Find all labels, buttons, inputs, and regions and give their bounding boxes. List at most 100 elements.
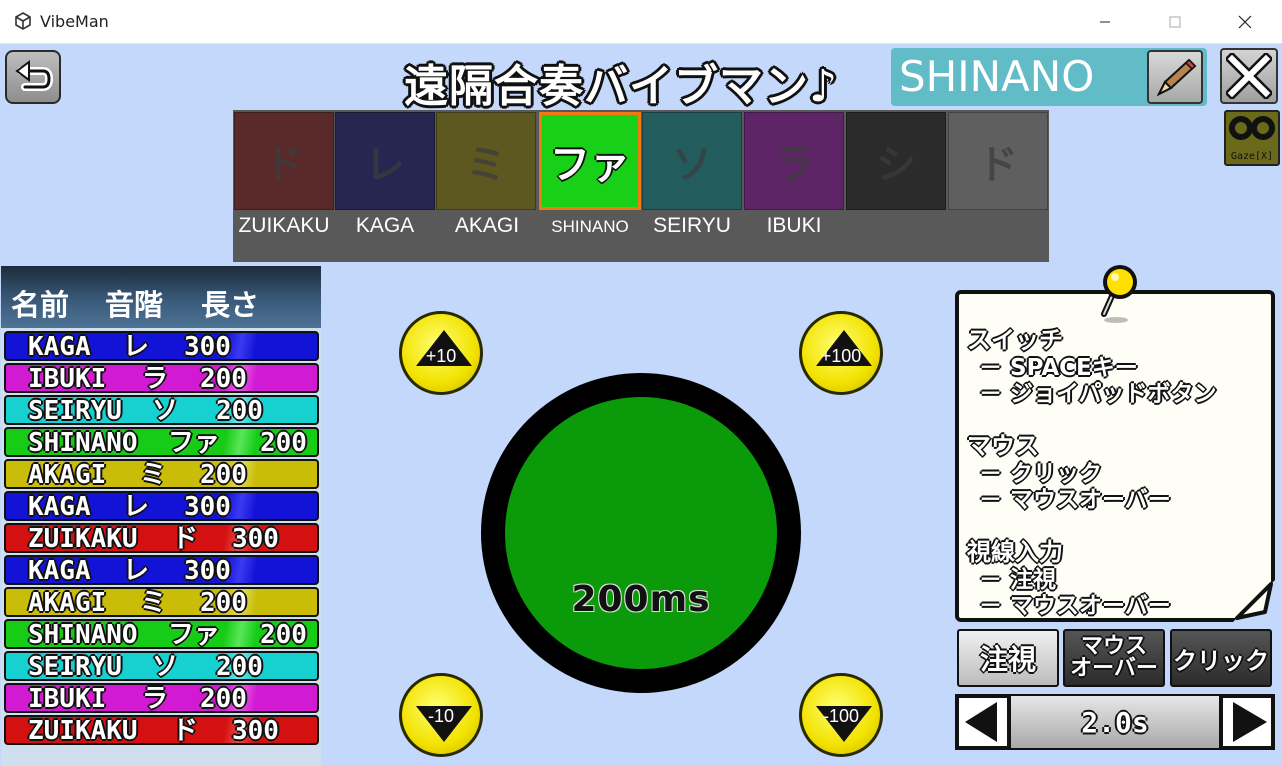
list-item[interactable]: IBUKI ラ 200 [4, 363, 319, 393]
minimize-button[interactable] [1082, 0, 1128, 44]
list-item[interactable]: ZUIKAKU ド 300 [4, 715, 319, 745]
note-tile-ra[interactable]: ラ [744, 112, 844, 210]
gaze-toggle-button[interactable]: Gaze[X] [1224, 110, 1280, 166]
note-tile-fa[interactable]: ファ [539, 112, 641, 210]
list-item[interactable]: SHINANO ファ 200 [4, 427, 319, 457]
row-length: 300 [232, 524, 279, 553]
mode-mouseover-line1: マウス [1080, 634, 1147, 659]
close-x-icon [1226, 53, 1272, 99]
minimize-icon [1100, 21, 1110, 23]
row-length: 300 [184, 492, 231, 521]
minus-100-label: -100 [822, 706, 860, 726]
row-length: 200 [260, 620, 307, 649]
row-note: ド [172, 716, 199, 745]
undo-arrow-icon [15, 60, 53, 91]
note-member-shinano: SHINANO [551, 217, 629, 236]
row-length: 200 [200, 364, 247, 393]
row-name: IBUKI [28, 364, 107, 393]
pencil-icon [1156, 58, 1197, 97]
row-note: レ [123, 492, 150, 521]
note-tile-re[interactable]: レ [335, 112, 435, 210]
header-length: 長さ [201, 288, 260, 322]
note-tile-mi[interactable]: ミ [436, 112, 536, 210]
row-name: SHINANO [28, 620, 138, 649]
unity-icon [15, 12, 31, 30]
app-title: 遠隔合奏バイブマン♪ [404, 61, 839, 112]
row-note: ソ [152, 396, 179, 425]
header-name: 名前 [11, 288, 70, 322]
header-note: 音階 [105, 288, 164, 322]
list-item[interactable]: KAGA レ 300 [4, 331, 319, 361]
plus-100-label: +100 [820, 346, 862, 366]
triangle-right-icon [1233, 702, 1267, 742]
row-name: SEIRYU [28, 396, 122, 425]
row-name: IBUKI [28, 684, 107, 713]
row-name: ZUIKAKU [28, 716, 138, 745]
list-item[interactable]: AKAGI ミ 200 [4, 459, 319, 489]
minus-10-button[interactable]: -10 [399, 673, 483, 757]
row-note: ソ [152, 652, 179, 681]
sequence-list-header: 名前 音階 長さ [1, 266, 321, 328]
list-item[interactable]: SEIRYU ソ 200 [4, 395, 319, 425]
time-value-box: 2.0s [1011, 696, 1219, 748]
note-tile-so[interactable]: ソ [642, 112, 742, 210]
row-note: ド [172, 524, 199, 553]
mode-click-button[interactable]: クリック [1170, 629, 1272, 687]
back-button[interactable] [5, 50, 61, 104]
edit-name-button[interactable] [1147, 50, 1203, 104]
row-name: KAGA [28, 332, 91, 361]
list-item[interactable]: ZUIKAKU ド 300 [4, 523, 319, 553]
plus-10-button[interactable]: +10 [399, 311, 483, 395]
row-length: 200 [216, 652, 263, 681]
eyes-icon [1229, 116, 1275, 140]
list-item[interactable]: AKAGI ミ 200 [4, 587, 319, 617]
list-item[interactable]: IBUKI ラ 200 [4, 683, 319, 713]
row-length: 200 [200, 684, 247, 713]
note-tile-do[interactable]: ド [234, 112, 334, 210]
row-note: ミ [140, 460, 167, 489]
row-name: KAGA [28, 492, 91, 521]
decrease-time-button[interactable] [957, 696, 1009, 748]
duration-display: 200ms [571, 579, 711, 620]
minus-100-button[interactable]: -100 [799, 673, 883, 757]
list-item[interactable]: KAGA レ 300 [4, 491, 319, 521]
increase-time-button[interactable] [1221, 696, 1273, 748]
mode-mouseover-line2: オーバー [1070, 656, 1158, 681]
minus-10-label: -10 [427, 706, 454, 726]
time-value: 2.0s [1081, 706, 1149, 739]
player-name: SHINANO [899, 52, 1095, 101]
row-name: AKAGI [28, 460, 107, 489]
row-length: 300 [184, 556, 231, 585]
mode-gaze-button[interactable]: 注視 [957, 629, 1059, 687]
note-member-akagi: AKAGI [454, 214, 520, 237]
triangle-left-icon [965, 702, 997, 742]
window-title: VibeMan [40, 12, 109, 31]
sequence-list: KAGA レ 300 IBUKI ラ 200 SEIRYU ソ 200 SHINANO ファ 2… [1, 328, 321, 766]
row-length: 300 [232, 716, 279, 745]
mode-mouseover-button[interactable]: マウス オーバー [1063, 629, 1165, 687]
help-item: － マウスオーバー [979, 593, 1171, 619]
plus-100-button[interactable]: +100 [799, 311, 883, 395]
row-name: SHINANO [28, 428, 138, 457]
window-close-button[interactable] [1222, 0, 1268, 44]
maximize-button[interactable] [1152, 0, 1198, 44]
list-item[interactable]: KAGA レ 300 [4, 555, 319, 585]
gaze-label: Gaze[X] [1230, 151, 1274, 162]
row-length: 200 [200, 460, 247, 489]
close-icon [1238, 15, 1252, 29]
list-item[interactable]: SHINANO ファ 200 [4, 619, 319, 649]
row-length: 200 [260, 428, 307, 457]
help-note: スイッチ － SPACEキー － ジョイパッドボタン マウス － クリック － … [955, 290, 1275, 622]
list-item[interactable]: SEIRYU ソ 200 [4, 651, 319, 681]
row-note: レ [123, 332, 150, 361]
row-note: ファ [168, 620, 221, 649]
row-length: 200 [200, 588, 247, 617]
window-titlebar: VibeMan [0, 0, 1282, 44]
note-tile-do-high[interactable]: ド [948, 112, 1048, 210]
note-tile-shi[interactable]: シ [846, 112, 946, 210]
note-circle [505, 397, 777, 669]
row-note: ラ [142, 684, 169, 713]
play-note-button[interactable]: 200ms [481, 373, 801, 693]
row-name: AKAGI [28, 588, 107, 617]
close-editor-button[interactable] [1220, 48, 1278, 104]
